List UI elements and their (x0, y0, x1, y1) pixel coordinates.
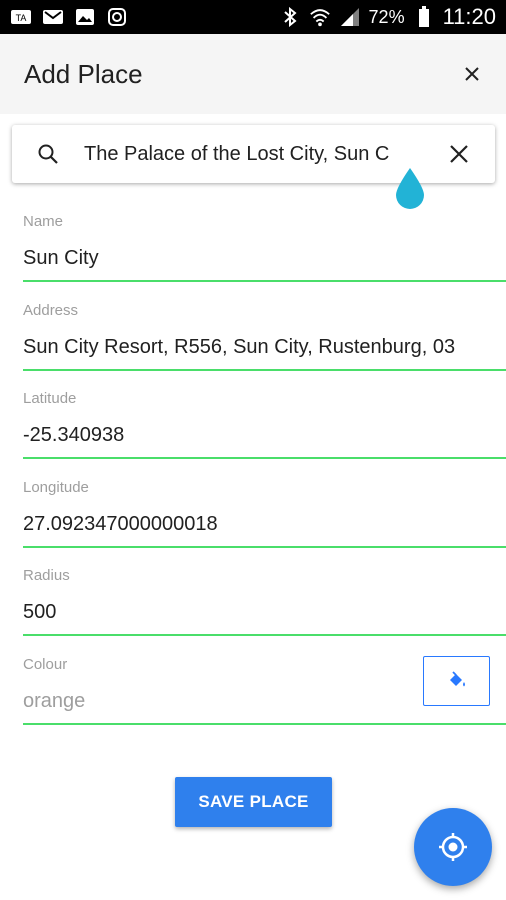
address-input[interactable]: Sun City Resort, R556, Sun City, Rustenb… (23, 336, 506, 359)
search-input[interactable]: The Palace of the Lost City, Sun C (84, 143, 423, 166)
longitude-label: Longitude (23, 479, 89, 496)
close-icon (450, 145, 468, 163)
battery-icon (413, 6, 435, 27)
system-status: 72% 11:20 (279, 4, 496, 30)
my-location-icon (439, 833, 467, 861)
notification-icons: TA (10, 7, 128, 27)
latitude-underline (23, 457, 506, 459)
gmail-icon (42, 7, 64, 27)
my-location-button[interactable] (414, 808, 492, 886)
longitude-input[interactable]: 27.092347000000018 (23, 513, 506, 536)
name-field[interactable]: Name Sun City (23, 213, 506, 285)
latitude-label: Latitude (23, 390, 77, 407)
close-icon (465, 67, 479, 81)
address-label: Address (23, 302, 79, 319)
radius-label: Radius (23, 567, 70, 584)
name-label: Name (23, 213, 64, 230)
app-bar: Add Place (0, 34, 506, 114)
close-button[interactable] (452, 54, 492, 94)
instagram-icon (106, 7, 128, 27)
wifi-icon (309, 7, 331, 27)
image-icon (74, 7, 96, 27)
radius-input[interactable]: 500 (23, 601, 506, 624)
name-input[interactable]: Sun City (23, 247, 506, 270)
colour-picker-button[interactable] (423, 656, 490, 706)
radius-field[interactable]: Radius 500 (23, 567, 506, 639)
address-underline (23, 369, 506, 371)
radius-underline (23, 634, 506, 636)
search-icon (12, 125, 84, 183)
clock: 11:20 (442, 4, 496, 29)
clear-search-button[interactable] (423, 125, 495, 183)
latitude-field[interactable]: Latitude -25.340938 (23, 390, 506, 462)
battery-percent: 72% (368, 6, 405, 27)
status-bar: TA 72% 11:20 (0, 0, 506, 34)
save-place-button[interactable]: SAVE PLACE (175, 777, 332, 827)
longitude-field[interactable]: Longitude 27.092347000000018 (23, 479, 506, 551)
colour-underline (23, 723, 506, 725)
bluetooth-icon (279, 7, 301, 27)
latitude-input[interactable]: -25.340938 (23, 424, 506, 447)
address-field[interactable]: Address Sun City Resort, R556, Sun City,… (23, 302, 506, 374)
svg-text:TA: TA (16, 13, 27, 23)
longitude-underline (23, 546, 506, 548)
paint-bucket-icon (449, 671, 465, 687)
signal-icon (339, 7, 361, 27)
page-title: Add Place (24, 58, 143, 89)
name-underline (23, 280, 506, 282)
talk-notification-icon: TA (10, 7, 32, 27)
text-cursor-handle[interactable] (391, 166, 429, 212)
